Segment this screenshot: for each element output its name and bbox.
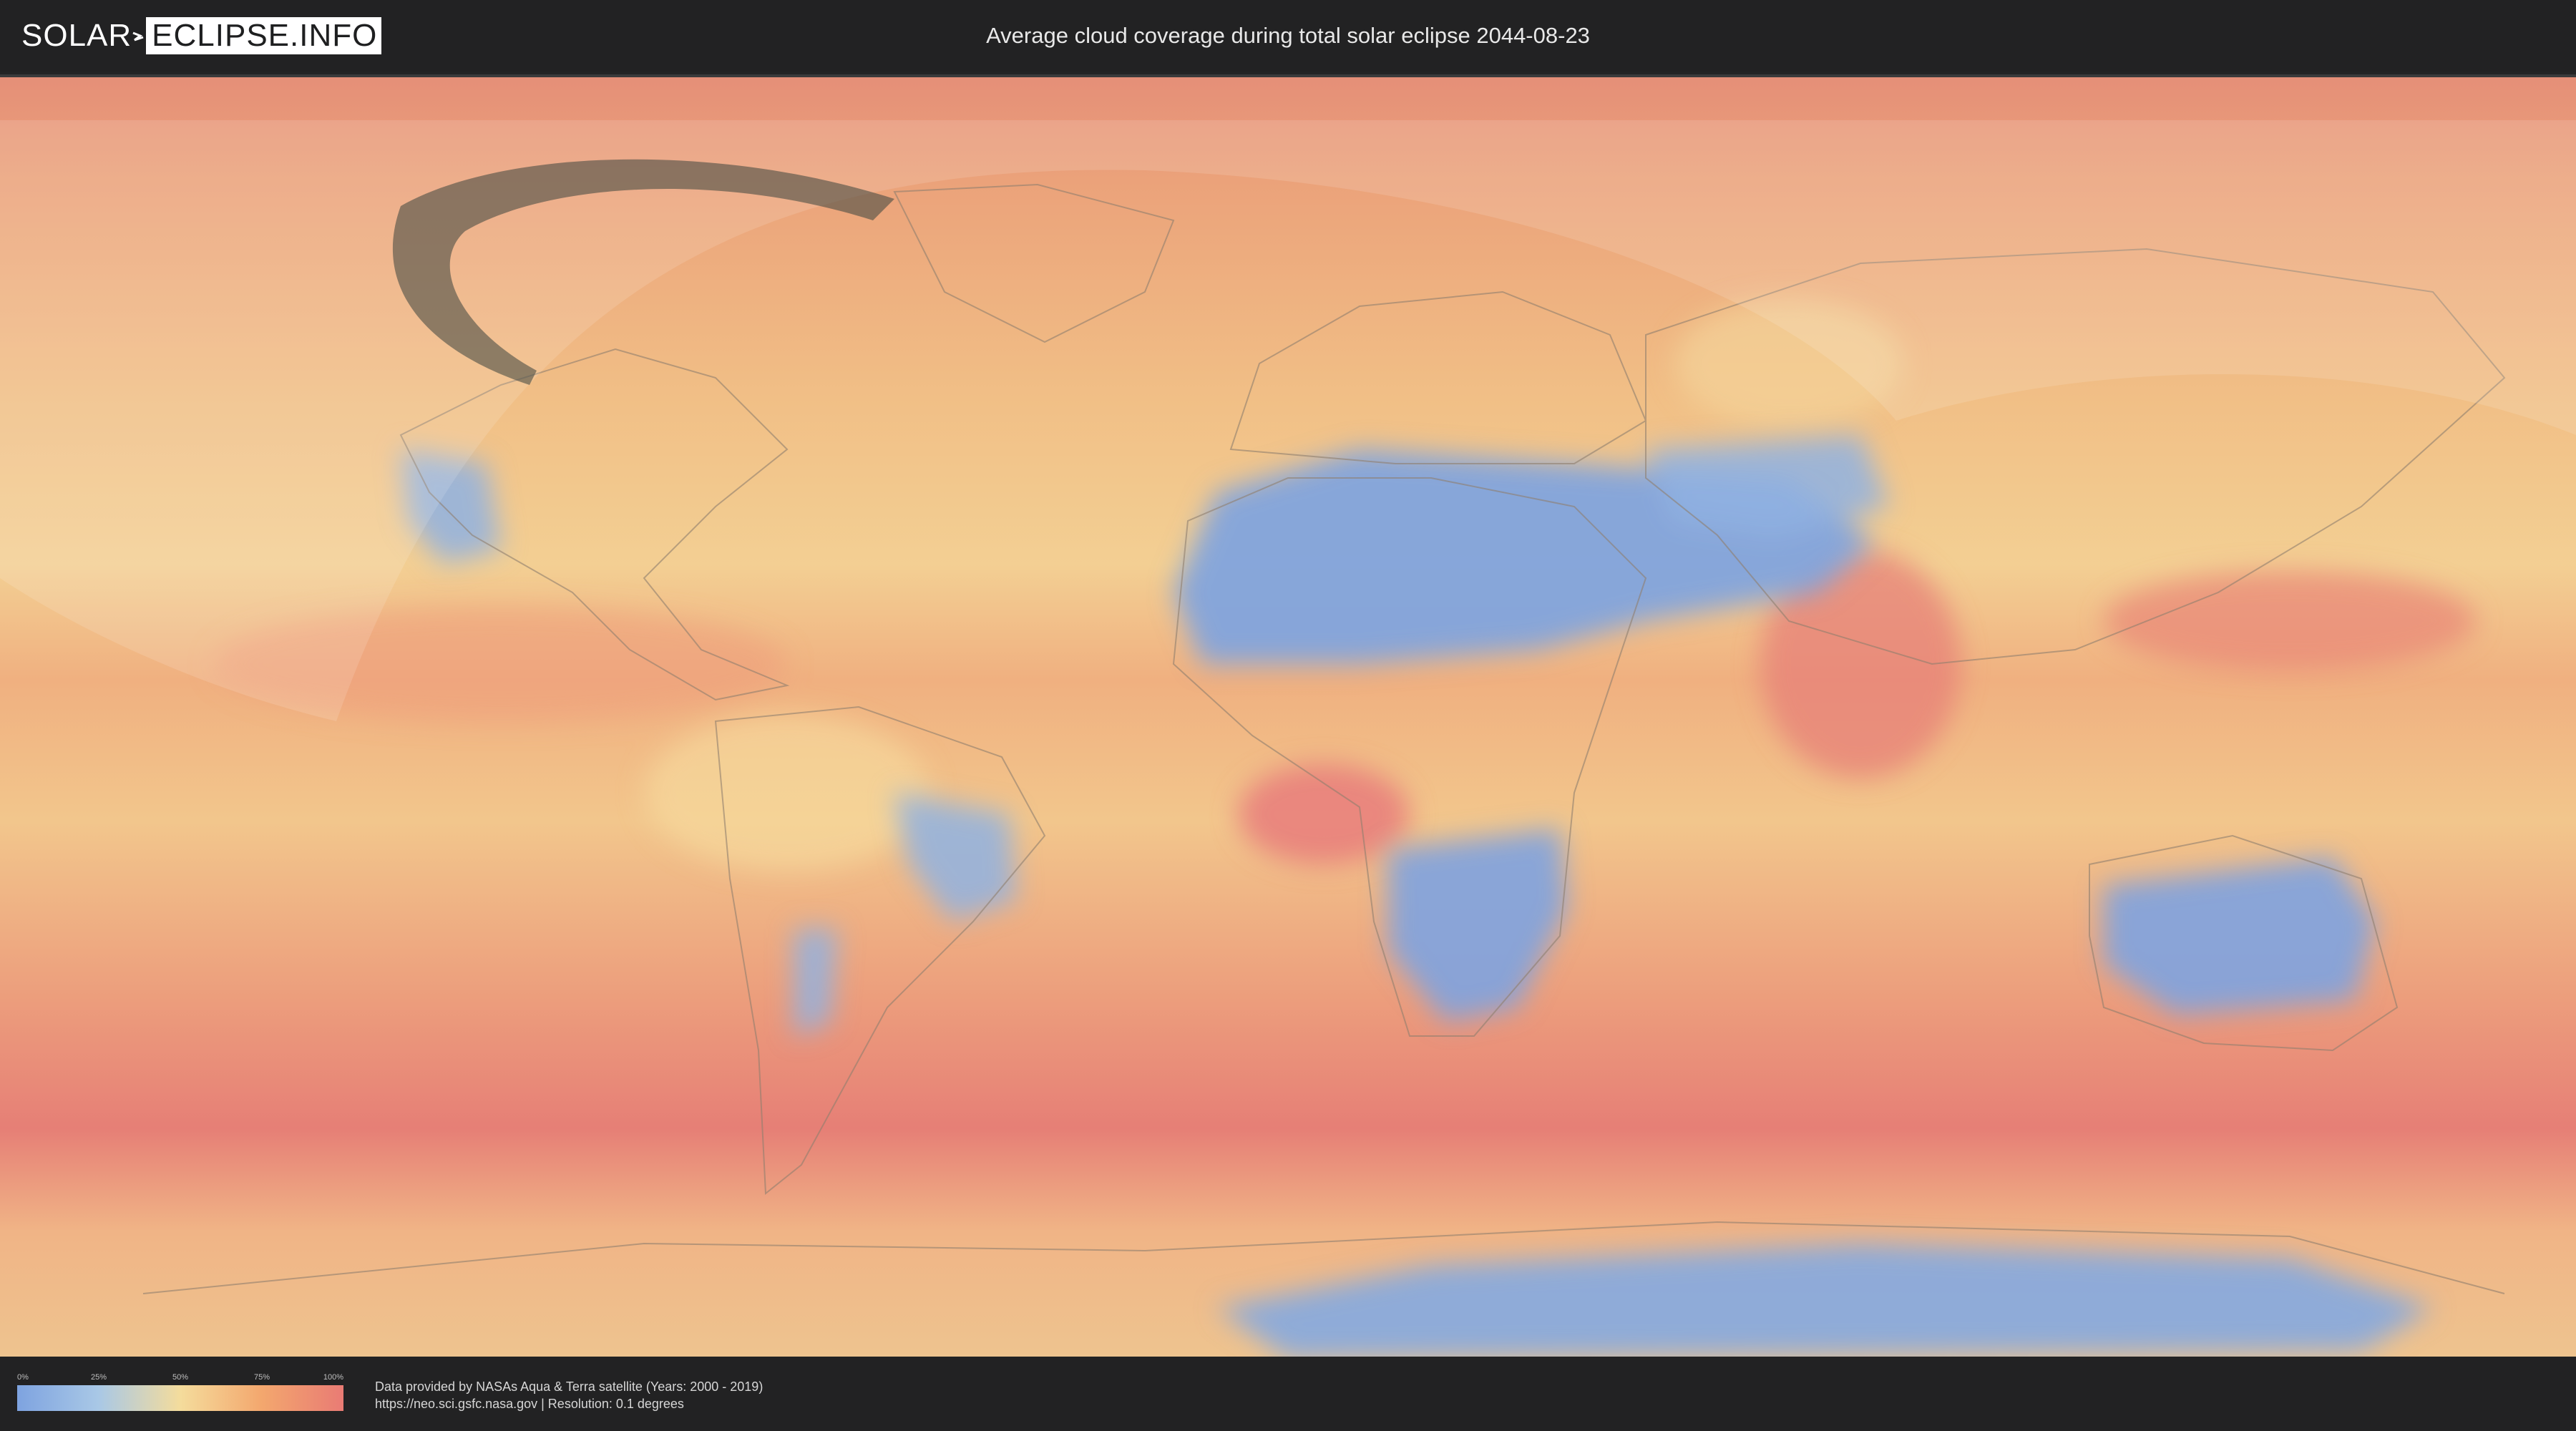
credits-line-source: Data provided by NASAs Aqua & Terra sate… <box>375 1379 763 1394</box>
cloud-coverage-legend: 0% 25% 50% 75% 100% <box>17 1372 343 1411</box>
credits-line-url[interactable]: https://neo.sci.gsfc.nasa.gov | Resoluti… <box>375 1395 763 1412</box>
legend-tick-0: 0% <box>17 1373 29 1382</box>
world-map-svg <box>0 77 2576 1359</box>
legend-tick-100: 100% <box>323 1373 343 1382</box>
legend-tick-75: 75% <box>253 1373 270 1382</box>
header-bar: SOLAR ECLIPSE.INFO Average cloud coverag… <box>0 0 2576 72</box>
legend-tick-50: 50% <box>172 1373 189 1382</box>
data-credits: Data provided by NASAs Aqua & Terra sate… <box>375 1378 763 1412</box>
legend-tick-25: 25% <box>90 1373 107 1382</box>
cloud-coverage-map[interactable] <box>0 74 2576 1359</box>
legend-ticks: 0% 25% 50% 75% 100% <box>17 1372 343 1384</box>
page-title: Average cloud coverage during total sola… <box>986 23 1590 48</box>
footer-bar: 0% 25% 50% 75% 100% Data provided by NAS… <box>0 1357 2576 1431</box>
legend-color-bar <box>17 1385 343 1411</box>
